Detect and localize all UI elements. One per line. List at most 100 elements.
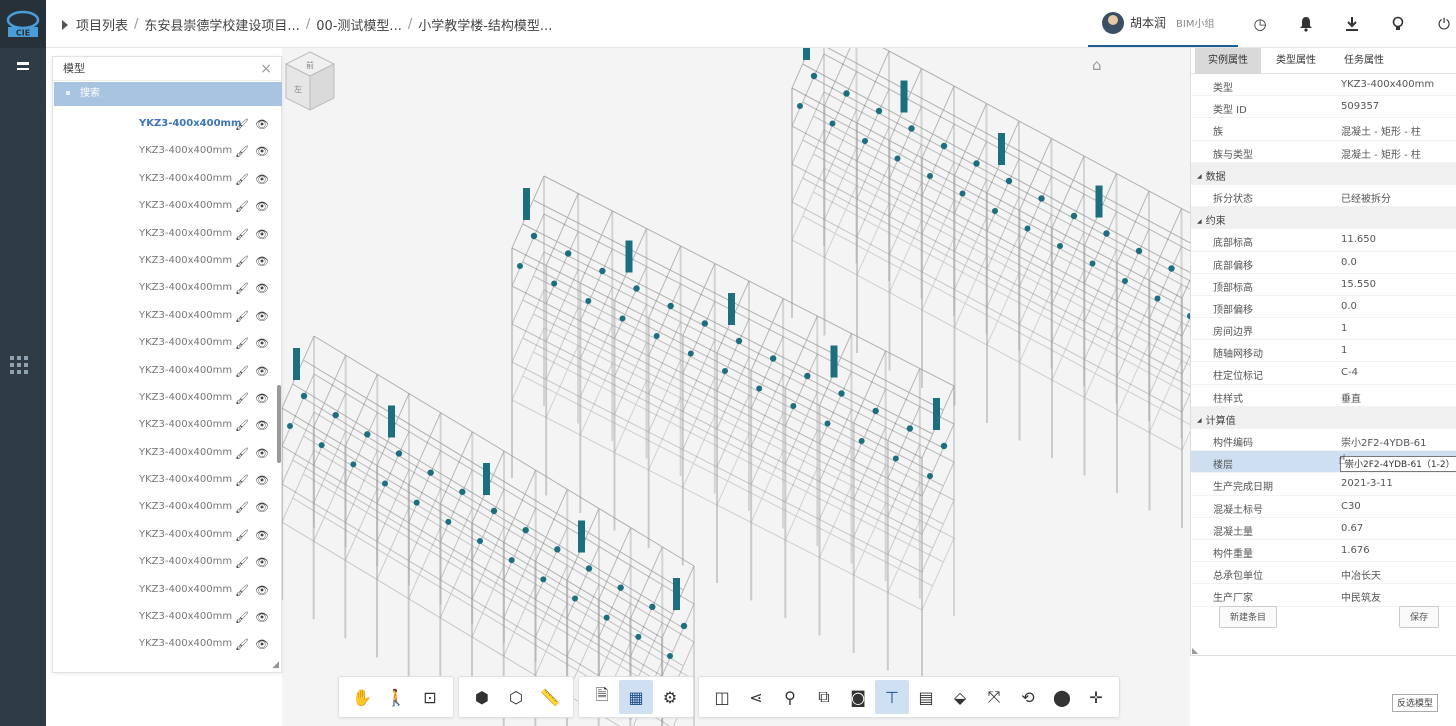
property-value[interactable]: 2021-3-11 bbox=[1341, 478, 1393, 489]
eye-icon[interactable]: 👁 bbox=[255, 200, 269, 213]
property-row[interactable]: 顶部偏移 0.0 bbox=[1191, 296, 1456, 319]
property-row[interactable]: 族 混凝土 - 矩形 - 柱 bbox=[1191, 118, 1456, 141]
property-value[interactable]: 混凝土 - 矩形 - 柱 bbox=[1341, 123, 1421, 138]
tree-item[interactable]: YKZ3-400x400mm 🖌 👁 bbox=[53, 275, 281, 302]
property-value[interactable]: 15.550 bbox=[1341, 279, 1376, 290]
property-value[interactable]: 垂直 bbox=[1341, 390, 1361, 405]
paint-icon[interactable]: 🖌 bbox=[235, 638, 249, 651]
save-button[interactable]: 保存 bbox=[1399, 606, 1440, 628]
tree-item[interactable]: YKZ3-400x400mm 🖌 👁 bbox=[53, 467, 281, 494]
document-icon[interactable]: 🗎 bbox=[585, 680, 619, 714]
paint-icon[interactable]: ⬙ bbox=[943, 680, 977, 714]
move-icon[interactable]: ✛ bbox=[1079, 680, 1113, 714]
tree-item[interactable]: YKZ3-400x400mm 🖌 👁 bbox=[53, 248, 281, 275]
walk-icon[interactable]: 🚶 bbox=[379, 680, 413, 714]
property-value[interactable]: 中民筑友 bbox=[1341, 589, 1381, 604]
eye-icon[interactable]: 👁 bbox=[255, 474, 269, 487]
power-icon[interactable]: ⏻ bbox=[1434, 14, 1454, 34]
property-value[interactable]: 1 bbox=[1341, 345, 1347, 356]
eye-icon[interactable]: 👁 bbox=[255, 529, 269, 542]
view-cube[interactable]: 前 左 bbox=[282, 48, 338, 118]
bim-3d-model[interactable] bbox=[282, 48, 1190, 726]
paint-icon[interactable]: 🖌 bbox=[235, 501, 249, 514]
paint-icon[interactable]: 🖌 bbox=[235, 282, 249, 295]
breadcrumb-item[interactable]: 00-测试模型... bbox=[316, 15, 402, 34]
property-group-header[interactable]: 数据 bbox=[1191, 162, 1456, 185]
eye-icon[interactable]: 👁 bbox=[255, 638, 269, 651]
breadcrumb-item[interactable]: 小学教学楼-结构模型... bbox=[418, 15, 552, 34]
eye-icon[interactable]: 👁 bbox=[255, 310, 269, 323]
property-row[interactable]: 底部标高 11.650 bbox=[1191, 229, 1456, 252]
tree-item[interactable]: YKZ3-400x400mm 🖌 👁 bbox=[53, 631, 281, 658]
property-row[interactable]: 生产完成日期 2021-3-11 bbox=[1191, 473, 1456, 496]
paint-icon[interactable]: 🖌 bbox=[235, 145, 249, 158]
property-value[interactable]: 已经被拆分 bbox=[1341, 190, 1391, 205]
eye-icon[interactable]: 👁 bbox=[255, 556, 269, 569]
tab-task-properties[interactable]: 任务属性 bbox=[1331, 48, 1397, 74]
tree-item[interactable]: YKZ3-400x400mm 🖌 👁 bbox=[53, 522, 281, 549]
eye-icon[interactable]: 👁 bbox=[255, 611, 269, 624]
paint-icon[interactable]: 🖌 bbox=[235, 611, 249, 624]
tree-item[interactable]: YKZ3-400x400mm 🖌 👁 bbox=[53, 111, 281, 138]
zoom-window-icon[interactable]: ⊡ bbox=[413, 680, 447, 714]
clock-icon[interactable]: ◷ bbox=[1250, 14, 1270, 34]
tree-item[interactable]: YKZ3-400x400mm 🖌 👁 bbox=[53, 138, 281, 165]
eye-icon[interactable]: 👁 bbox=[255, 255, 269, 268]
tree-item[interactable]: YKZ3-400x400mm 🖌 👁 bbox=[53, 358, 281, 385]
paint-icon[interactable]: 🖌 bbox=[235, 529, 249, 542]
property-row[interactable]: 顶部标高 15.550 bbox=[1191, 274, 1456, 296]
paint-icon[interactable]: 🖌 bbox=[235, 310, 249, 323]
tree-item[interactable]: YKZ3-400x400mm 🖌 👁 bbox=[53, 412, 281, 439]
property-row[interactable]: 族与类型 混凝土 - 矩形 - 柱 bbox=[1191, 141, 1456, 163]
paint-icon[interactable]: 🖌 bbox=[235, 200, 249, 213]
property-row[interactable]: 拆分状态 已经被拆分 bbox=[1191, 185, 1456, 208]
tree-item[interactable]: YKZ3-400x400mm 🖌 👁 bbox=[53, 385, 281, 412]
tree-item[interactable]: YKZ3-400x400mm 🖌 👁 bbox=[53, 604, 281, 631]
model-nav-button[interactable] bbox=[0, 52, 46, 80]
share-icon[interactable]: ⋖ bbox=[739, 680, 773, 714]
property-value[interactable]: 1 bbox=[1341, 323, 1347, 334]
property-row[interactable]: 生产厂家 中民筑友 bbox=[1191, 584, 1456, 607]
property-row[interactable]: 构件编码 崇小2F2-4YDB-61 bbox=[1191, 429, 1456, 452]
property-value[interactable]: 509357 bbox=[1341, 101, 1379, 112]
lightbulb-icon[interactable] bbox=[1388, 14, 1408, 34]
isolate-icon[interactable]: ◙ bbox=[841, 680, 875, 714]
paint-icon[interactable]: 🖌 bbox=[235, 173, 249, 186]
property-row[interactable]: 构件重量 1.676 bbox=[1191, 540, 1456, 563]
eye-icon[interactable]: 👁 bbox=[255, 228, 269, 241]
paint-icon[interactable]: 🖌 bbox=[235, 392, 249, 405]
eye-icon[interactable]: 👁 bbox=[255, 365, 269, 378]
eye-icon[interactable]: 👁 bbox=[255, 584, 269, 597]
property-row[interactable]: 总承包单位 中冶长天 bbox=[1191, 562, 1456, 585]
breadcrumb-caret-icon[interactable] bbox=[62, 19, 68, 30]
paint-icon[interactable]: 🖌 bbox=[235, 118, 249, 131]
rotate-icon[interactable]: ⟲ bbox=[1011, 680, 1045, 714]
resize-handle-icon[interactable]: ◣ bbox=[1192, 646, 1198, 655]
tree-item[interactable]: YKZ3-400x400mm 🖌 👁 bbox=[53, 330, 281, 357]
eye-icon[interactable]: 👁 bbox=[255, 282, 269, 295]
eye-icon[interactable]: 👁 bbox=[255, 337, 269, 350]
tab-type-properties[interactable]: 类型属性 bbox=[1263, 48, 1329, 74]
fit-icon[interactable]: ⤧ bbox=[977, 680, 1011, 714]
logo[interactable]: CIE bbox=[0, 0, 46, 48]
property-value[interactable]: 混凝土 - 矩形 - 柱 bbox=[1341, 146, 1421, 161]
property-value[interactable]: C30 bbox=[1341, 501, 1361, 512]
paint-icon[interactable]: 🖌 bbox=[235, 556, 249, 569]
model-tree-list[interactable]: YKZ3-400x400mm 🖌 👁 YKZ3-400x400mm 🖌 👁 YKZ3-400… bbox=[53, 111, 281, 667]
paint-icon[interactable]: 🖌 bbox=[235, 255, 249, 268]
eye-icon[interactable]: 👁 bbox=[255, 118, 269, 131]
scrollbar[interactable] bbox=[277, 385, 281, 463]
mode-badge[interactable]: 反选模型 bbox=[1392, 694, 1439, 712]
eye-icon[interactable]: 👁 bbox=[255, 447, 269, 460]
tree-item[interactable]: YKZ3-400x400mm 🖌 👁 bbox=[53, 303, 281, 330]
tree-item[interactable]: YKZ3-400x400mm 🖌 👁 bbox=[53, 494, 281, 521]
eye-icon[interactable]: 👁 bbox=[255, 419, 269, 432]
tree-item[interactable]: YKZ3-400x400mm 🖌 👁 bbox=[53, 193, 281, 220]
paint-icon[interactable]: 🖌 bbox=[235, 584, 249, 597]
paint-icon[interactable]: 🖌 bbox=[235, 337, 249, 350]
property-value[interactable]: 11.650 bbox=[1341, 234, 1376, 245]
resize-handle-icon[interactable]: ◢ bbox=[272, 660, 279, 670]
section-box-icon[interactable]: ◫ bbox=[705, 680, 739, 714]
settings-icon[interactable]: ⚙ bbox=[653, 680, 687, 714]
view-cube-icon[interactable]: ⬢ bbox=[465, 680, 499, 714]
